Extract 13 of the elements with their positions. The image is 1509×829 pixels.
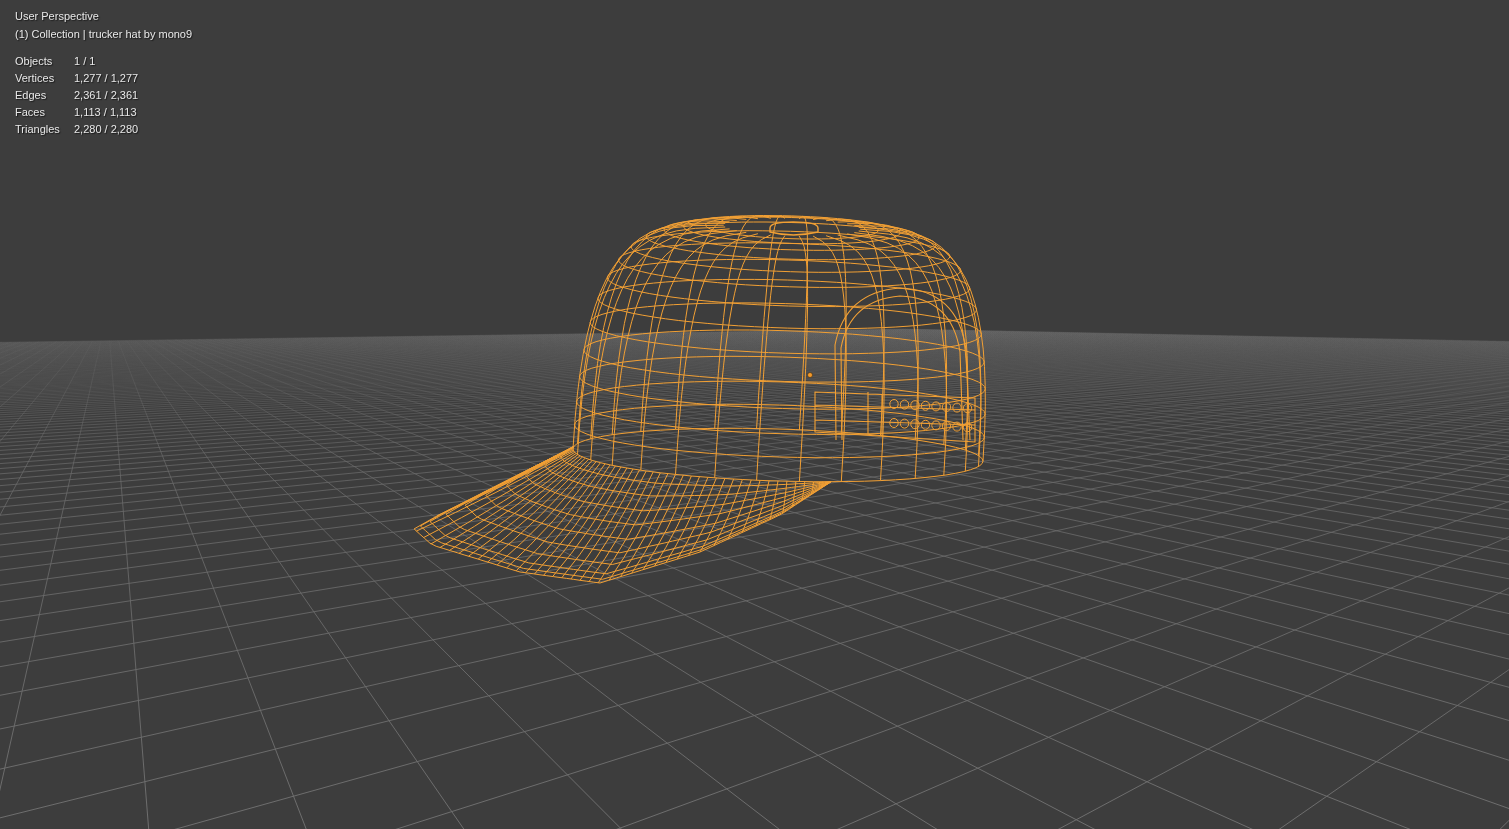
stat-value: 2,280 / 2,280 [74, 122, 139, 137]
stat-label: Faces [15, 105, 45, 120]
stat-value: 1,113 / 1,113 [74, 105, 137, 120]
stat-label: Edges [15, 88, 47, 103]
stat-value: 2,361 / 2,361 [74, 88, 139, 103]
stat-value: 1 / 1 [74, 54, 96, 69]
collection-info: (1) Collection | trucker hat by mono9 [15, 27, 193, 42]
view-name: User Perspective [15, 9, 99, 24]
stat-label: Objects [15, 54, 53, 69]
stat-label: Vertices [15, 71, 55, 86]
origin-point-icon [807, 372, 813, 378]
stat-label: Triangles [15, 122, 60, 137]
stat-value: 1,277 / 1,277 [74, 71, 139, 86]
